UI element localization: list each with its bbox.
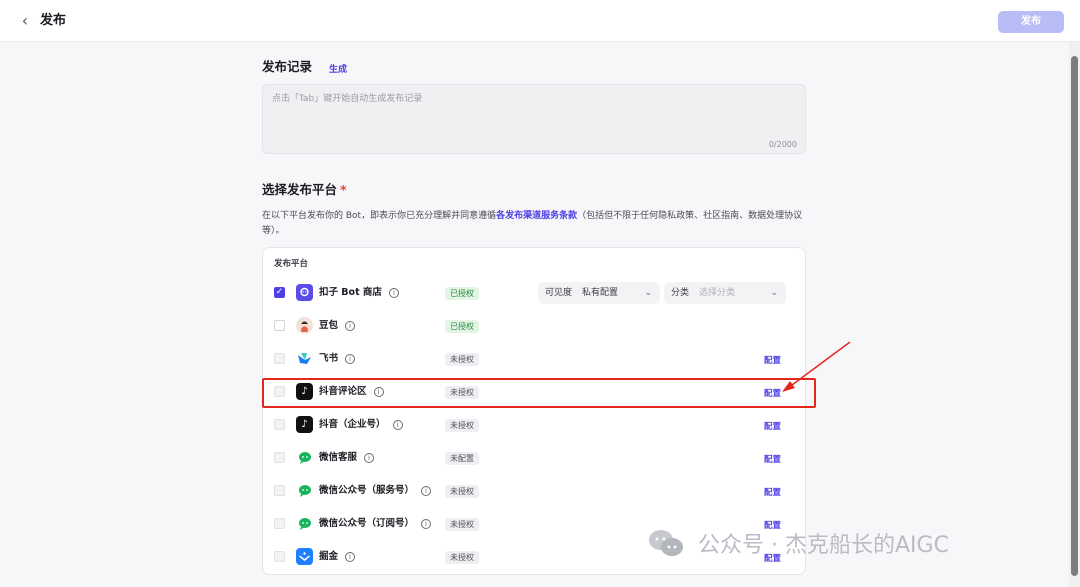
platform-name: 微信客服 i bbox=[319, 451, 375, 465]
status-badge: 未配置 bbox=[445, 452, 479, 465]
scrollbar[interactable] bbox=[1069, 42, 1080, 587]
info-icon[interactable]: i bbox=[345, 320, 356, 331]
info-icon[interactable]: i bbox=[345, 353, 356, 364]
generate-button[interactable]: 生成 bbox=[329, 62, 347, 75]
wechat-icon bbox=[296, 449, 313, 466]
platform-checkbox[interactable] bbox=[274, 320, 285, 331]
record-textarea[interactable]: 点击「Tab」键开始自动生成发布记录 0/2000 bbox=[262, 84, 806, 154]
arrow-icon bbox=[782, 341, 851, 392]
platform-column-header: 发布平台 bbox=[274, 259, 309, 269]
watermark-text: 公众号 · 杰克船长的AIGC bbox=[698, 533, 949, 558]
table-row-wechat-service: 微信公众号（服务号） i 未授权 配置 bbox=[262, 475, 806, 508]
wechat-icon bbox=[296, 482, 313, 499]
info-icon[interactable]: i bbox=[345, 551, 356, 562]
table-row-doubao: 豆包 i 已授权 bbox=[262, 310, 806, 343]
platform-name: 掘金 i bbox=[319, 550, 356, 564]
table-row-douyin-enterprise: ♪ 抖音（企业号） i 未授权 配置 bbox=[262, 409, 806, 442]
platform-section-title: 选择发布平台 * bbox=[262, 182, 347, 197]
terms-description: 在以下平台发布你的 Bot，即表示你已充分理解并同意遵循各发布渠道服务条款（包括… bbox=[262, 211, 803, 236]
platform-name: 飞书 i bbox=[319, 352, 356, 366]
config-button[interactable]: 配置 bbox=[764, 453, 781, 465]
top-bar: ‹ 发布 发布 bbox=[0, 0, 1080, 42]
status-badge: 未授权 bbox=[445, 419, 479, 432]
terms-link[interactable]: 各发布渠道服务条款 bbox=[496, 211, 577, 221]
info-icon[interactable]: i bbox=[421, 518, 432, 529]
platform-checkbox[interactable]: ✓ bbox=[274, 287, 285, 298]
platform-checkbox[interactable] bbox=[274, 485, 285, 496]
coze-store-icon bbox=[296, 284, 313, 301]
record-title: 发布记录 bbox=[262, 59, 313, 74]
platform-name: 扣子 Bot 商店 i bbox=[319, 286, 399, 300]
platform-name: 豆包 i bbox=[319, 319, 356, 333]
wechat-logo-icon bbox=[648, 528, 684, 558]
table-row-feishu: 飞书 i 未授权 配置 bbox=[262, 343, 806, 376]
publish-button[interactable]: 发布 bbox=[998, 11, 1064, 33]
record-char-count: 0/2000 bbox=[768, 140, 797, 149]
config-button[interactable]: 配置 bbox=[764, 420, 781, 432]
page-title: 发布 bbox=[40, 13, 67, 28]
chevron-down-icon: ⌄ bbox=[770, 288, 778, 298]
table-row-coze-store: ✓ 扣子 Bot 商店 i 已授权 可见度 私有配置 ⌄ 分类 选择分类 ⌄ bbox=[262, 277, 806, 310]
platform-name: 抖音（企业号） i bbox=[319, 418, 403, 432]
chevron-left-icon[interactable]: ‹ bbox=[16, 11, 34, 31]
status-badge: 未授权 bbox=[445, 353, 479, 366]
status-badge: 未授权 bbox=[445, 518, 479, 531]
info-icon[interactable]: i bbox=[392, 419, 403, 430]
chevron-down-icon: ⌄ bbox=[644, 288, 652, 298]
status-badge: 未授权 bbox=[445, 485, 479, 498]
juejin-icon bbox=[296, 548, 313, 565]
platform-checkbox[interactable] bbox=[274, 518, 285, 529]
platform-name: 微信公众号（订阅号） i bbox=[319, 517, 432, 531]
info-icon[interactable]: i bbox=[364, 452, 375, 463]
status-badge: 已授权 bbox=[445, 320, 479, 333]
status-badge: 未授权 bbox=[445, 551, 479, 564]
highlight-box bbox=[262, 378, 816, 408]
platform-checkbox[interactable] bbox=[274, 551, 285, 562]
douyin-icon: ♪ bbox=[296, 416, 313, 433]
info-icon[interactable]: i bbox=[421, 485, 432, 496]
platform-checkbox[interactable] bbox=[274, 419, 285, 430]
wechat-icon bbox=[296, 515, 313, 532]
required-mark: * bbox=[340, 182, 347, 197]
table-row-wechat-cs: 微信客服 i 未配置 配置 bbox=[262, 442, 806, 475]
visibility-select[interactable]: 可见度 私有配置 ⌄ bbox=[538, 282, 660, 304]
record-placeholder: 点击「Tab」键开始自动生成发布记录 bbox=[272, 94, 423, 104]
info-icon[interactable]: i bbox=[388, 287, 399, 298]
platform-checkbox[interactable] bbox=[274, 353, 285, 364]
status-badge: 已授权 bbox=[445, 287, 479, 300]
config-button[interactable]: 配置 bbox=[764, 486, 781, 498]
feishu-icon bbox=[296, 350, 313, 367]
platform-name: 微信公众号（服务号） i bbox=[319, 484, 432, 498]
watermark: 公众号 · 杰克船长的AIGC bbox=[648, 527, 949, 559]
platform-checkbox[interactable] bbox=[274, 452, 285, 463]
doubao-avatar-icon bbox=[296, 317, 313, 334]
scrollbar-thumb[interactable] bbox=[1071, 56, 1078, 576]
category-select[interactable]: 分类 选择分类 ⌄ bbox=[664, 282, 786, 304]
